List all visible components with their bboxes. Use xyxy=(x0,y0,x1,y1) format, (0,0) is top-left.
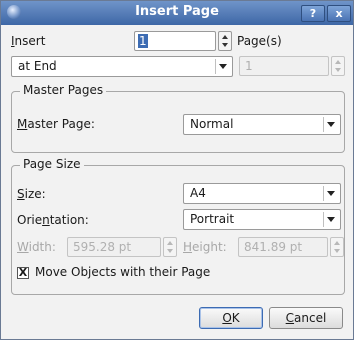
width-value: 595.28 pt xyxy=(73,240,132,254)
chevron-down-icon xyxy=(323,117,338,132)
checkmark-icon: X xyxy=(18,266,28,279)
insert-page-dialog: Insert Page ? x Insert 1 Page(s) at End … xyxy=(0,0,354,340)
help-button[interactable]: ? xyxy=(301,5,325,22)
height-label: Height: xyxy=(183,240,227,254)
width-spinner[interactable] xyxy=(163,237,177,257)
pages-label: Page(s) xyxy=(237,34,282,48)
spin-up-icon xyxy=(335,60,341,64)
insert-count-input[interactable]: 1 xyxy=(134,31,216,51)
orientation-value: Portrait xyxy=(190,212,235,226)
spin-up-icon xyxy=(167,241,173,245)
master-pages-group-title: Master Pages xyxy=(20,83,107,97)
orientation-label: Orientation: xyxy=(17,213,89,227)
insert-count-spinner[interactable] xyxy=(218,31,232,51)
spin-down-icon[interactable] xyxy=(222,43,228,47)
height-input[interactable]: 841.89 pt xyxy=(238,237,328,257)
ok-button[interactable]: OK xyxy=(199,307,263,329)
chevron-down-icon xyxy=(215,59,230,74)
insert-label: Insert xyxy=(11,34,46,48)
master-page-value: Normal xyxy=(190,117,234,131)
size-label: Size: xyxy=(17,187,46,201)
master-page-select[interactable]: Normal xyxy=(183,114,341,135)
width-input[interactable]: 595.28 pt xyxy=(67,237,161,257)
size-value: A4 xyxy=(190,186,206,200)
size-select[interactable]: A4 xyxy=(183,183,341,204)
page-size-group-title: Page Size xyxy=(20,157,84,171)
spin-down-icon xyxy=(334,249,340,253)
insert-position-value: at End xyxy=(18,59,57,73)
width-label: Width: xyxy=(17,240,56,254)
page-number-spinner[interactable] xyxy=(331,56,345,76)
move-objects-label[interactable]: Move Objects with their Page xyxy=(35,265,210,279)
insert-count-value: 1 xyxy=(138,34,148,48)
close-button[interactable]: x xyxy=(327,5,351,22)
title-bar[interactable]: Insert Page ? x xyxy=(1,1,353,25)
height-spinner[interactable] xyxy=(330,237,344,257)
orientation-select[interactable]: Portrait xyxy=(183,209,341,230)
chevron-down-icon xyxy=(323,186,338,201)
page-number-value: 1 xyxy=(245,59,253,73)
spin-up-icon[interactable] xyxy=(222,35,228,39)
spin-down-icon xyxy=(167,249,173,253)
spin-down-icon xyxy=(335,68,341,72)
insert-position-select[interactable]: at End xyxy=(11,56,233,77)
spin-up-icon xyxy=(334,241,340,245)
chevron-down-icon xyxy=(323,212,338,227)
cancel-button[interactable]: Cancel xyxy=(269,307,343,329)
height-value: 841.89 pt xyxy=(244,240,303,254)
page-number-input[interactable]: 1 xyxy=(239,56,329,76)
master-page-label: Master Page: xyxy=(17,117,95,131)
move-objects-checkbox[interactable]: X xyxy=(17,267,29,279)
